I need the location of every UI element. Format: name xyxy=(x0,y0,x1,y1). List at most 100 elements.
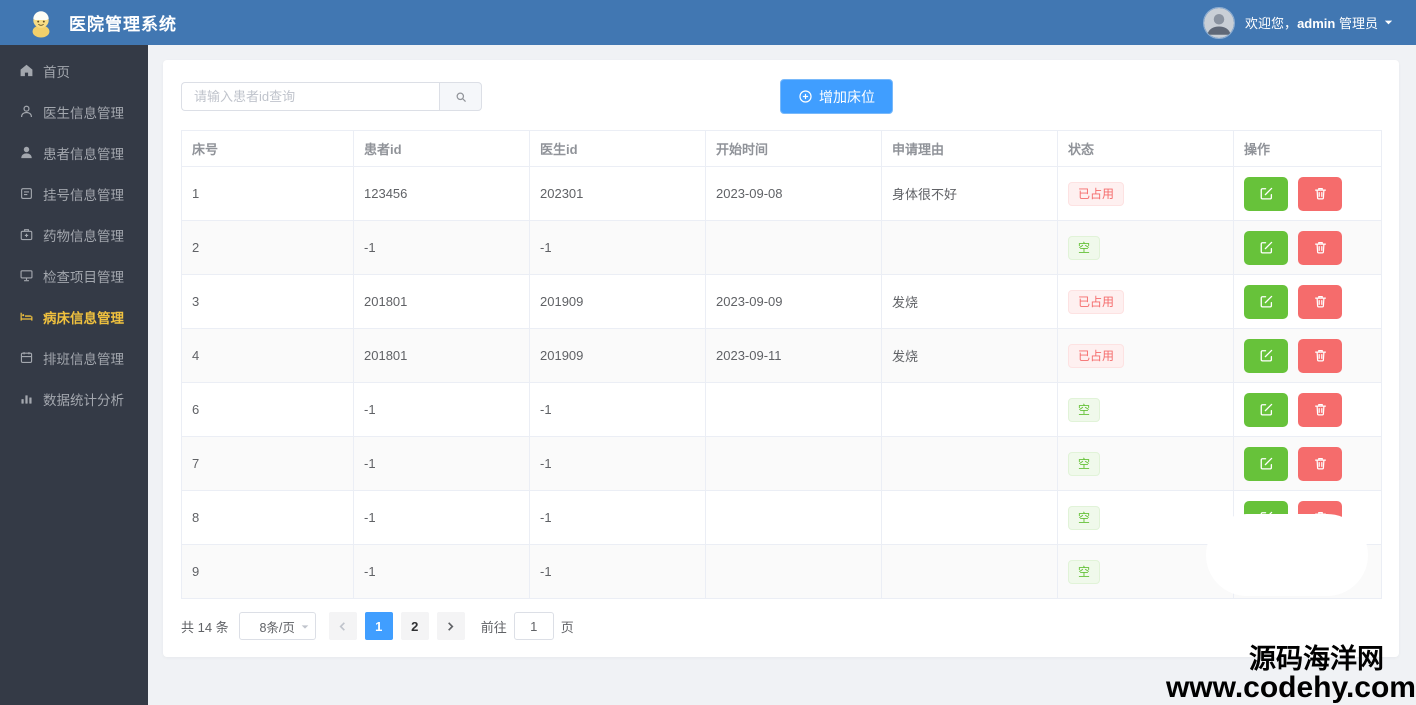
cell-reason xyxy=(882,437,1058,491)
sidebar-item-label: 检查项目管理 xyxy=(43,266,124,286)
search-input[interactable] xyxy=(181,82,439,111)
add-bed-button[interactable]: 增加床位 xyxy=(780,79,893,114)
status-badge: 空 xyxy=(1068,560,1100,584)
cell-bed: 1 xyxy=(182,167,354,221)
cell-bed: 2 xyxy=(182,221,354,275)
edit-icon xyxy=(1259,294,1274,309)
edit-button[interactable] xyxy=(1244,393,1288,427)
cell-reason: 发烧 xyxy=(882,275,1058,329)
bed-icon xyxy=(19,309,34,324)
cell-doctor_id: -1 xyxy=(530,491,706,545)
column-header: 患者id xyxy=(354,131,530,167)
table-header-row: 床号患者id医生id开始时间申请理由状态操作 xyxy=(182,131,1382,167)
column-header: 医生id xyxy=(530,131,706,167)
cell-actions xyxy=(1234,275,1382,329)
cell-doctor_id: 201909 xyxy=(530,329,706,383)
sidebar-item-挂号信息管理[interactable]: 挂号信息管理 xyxy=(0,173,148,214)
cell-reason xyxy=(882,221,1058,275)
watermark-line1: 源码海洋网 xyxy=(1166,646,1416,674)
prev-page-button[interactable] xyxy=(329,612,357,640)
sidebar-item-病床信息管理[interactable]: 病床信息管理 xyxy=(0,296,148,337)
delete-button[interactable] xyxy=(1298,339,1342,373)
sidebar-item-数据统计分析[interactable]: 数据统计分析 xyxy=(0,378,148,419)
cell-patient_id: 201801 xyxy=(354,275,530,329)
bed-table: 床号患者id医生id开始时间申请理由状态操作 11234562023012023… xyxy=(181,130,1382,599)
delete-icon xyxy=(1313,456,1328,471)
cell-start_time: 2023-09-09 xyxy=(706,275,882,329)
cell-reason xyxy=(882,491,1058,545)
cell-bed: 9 xyxy=(182,545,354,599)
chevron-left-icon xyxy=(337,621,348,632)
cell-reason xyxy=(882,545,1058,599)
doctor-mascot-icon xyxy=(26,8,56,38)
search-group xyxy=(181,82,482,111)
chevron-down-icon xyxy=(300,622,310,632)
cell-doctor_id: -1 xyxy=(530,221,706,275)
chevron-down-icon[interactable] xyxy=(1383,17,1394,28)
next-page-button[interactable] xyxy=(437,612,465,640)
cell-start_time: 2023-09-11 xyxy=(706,329,882,383)
edit-button[interactable] xyxy=(1244,177,1288,211)
edit-button[interactable] xyxy=(1244,285,1288,319)
delete-icon xyxy=(1313,402,1328,417)
stats-icon xyxy=(19,391,34,406)
cell-patient_id: -1 xyxy=(354,545,530,599)
plus-circle-icon xyxy=(798,89,813,104)
cell-actions xyxy=(1234,329,1382,383)
sidebar-item-排班信息管理[interactable]: 排班信息管理 xyxy=(0,337,148,378)
delete-button[interactable] xyxy=(1298,231,1342,265)
watermark-line2: www.codehy.com xyxy=(1166,673,1416,704)
status-badge: 空 xyxy=(1068,506,1100,530)
table-row: 11234562023012023-09-08身体很不好已占用 xyxy=(182,167,1382,221)
page-size-label: 8条/页 xyxy=(259,617,294,636)
page-button-1[interactable]: 1 xyxy=(365,612,393,640)
sidebar-item-药物信息管理[interactable]: 药物信息管理 xyxy=(0,214,148,255)
cell-patient_id: -1 xyxy=(354,437,530,491)
table-row: 7-1-1空 xyxy=(182,437,1382,491)
cell-reason: 发烧 xyxy=(882,329,1058,383)
sidebar-item-label: 药物信息管理 xyxy=(43,225,124,245)
delete-icon xyxy=(1313,186,1328,201)
cell-status: 空 xyxy=(1058,221,1234,275)
checkup-icon xyxy=(19,268,34,283)
home-icon xyxy=(19,63,34,78)
user-role: 管理员 xyxy=(1339,16,1378,31)
sidebar-item-医生信息管理[interactable]: 医生信息管理 xyxy=(0,91,148,132)
user-avatar[interactable] xyxy=(1203,7,1235,39)
sidebar-item-检查项目管理[interactable]: 检查项目管理 xyxy=(0,255,148,296)
search-icon xyxy=(454,90,468,104)
status-badge: 已占用 xyxy=(1068,344,1124,368)
table-row: 2-1-1空 xyxy=(182,221,1382,275)
delete-button[interactable] xyxy=(1298,177,1342,211)
app-header: 医院管理系统 欢迎您，admin 管理员 xyxy=(0,0,1416,45)
cell-status: 已占用 xyxy=(1058,329,1234,383)
sidebar-item-患者信息管理[interactable]: 患者信息管理 xyxy=(0,132,148,173)
cell-actions xyxy=(1234,383,1382,437)
table-row: 8-1-1空 xyxy=(182,491,1382,545)
delete-button[interactable] xyxy=(1298,447,1342,481)
user-menu[interactable]: 欢迎您，admin 管理员 xyxy=(1203,7,1394,39)
edit-button[interactable] xyxy=(1244,231,1288,265)
status-badge: 空 xyxy=(1068,452,1100,476)
welcome-prefix: 欢迎您， xyxy=(1245,16,1297,31)
delete-icon xyxy=(1313,348,1328,363)
sidebar-item-首页[interactable]: 首页 xyxy=(0,50,148,91)
page-button-2[interactable]: 2 xyxy=(401,612,429,640)
cell-start_time: 2023-09-08 xyxy=(706,167,882,221)
column-header: 状态 xyxy=(1058,131,1234,167)
table-row: 9-1-1空 xyxy=(182,545,1382,599)
edit-icon xyxy=(1259,402,1274,417)
edit-button[interactable] xyxy=(1244,447,1288,481)
edit-button[interactable] xyxy=(1244,339,1288,373)
delete-button[interactable] xyxy=(1298,285,1342,319)
delete-button[interactable] xyxy=(1298,393,1342,427)
status-badge: 空 xyxy=(1068,236,1100,260)
page-size-select[interactable]: 8条/页 xyxy=(239,612,316,640)
table-row: 6-1-1空 xyxy=(182,383,1382,437)
search-button[interactable] xyxy=(439,82,482,111)
goto-page: 前往 页 xyxy=(481,612,574,640)
pagination-total: 共 14 条 xyxy=(181,617,229,636)
cell-status: 空 xyxy=(1058,383,1234,437)
goto-page-input[interactable] xyxy=(514,612,554,640)
cell-actions xyxy=(1234,437,1382,491)
